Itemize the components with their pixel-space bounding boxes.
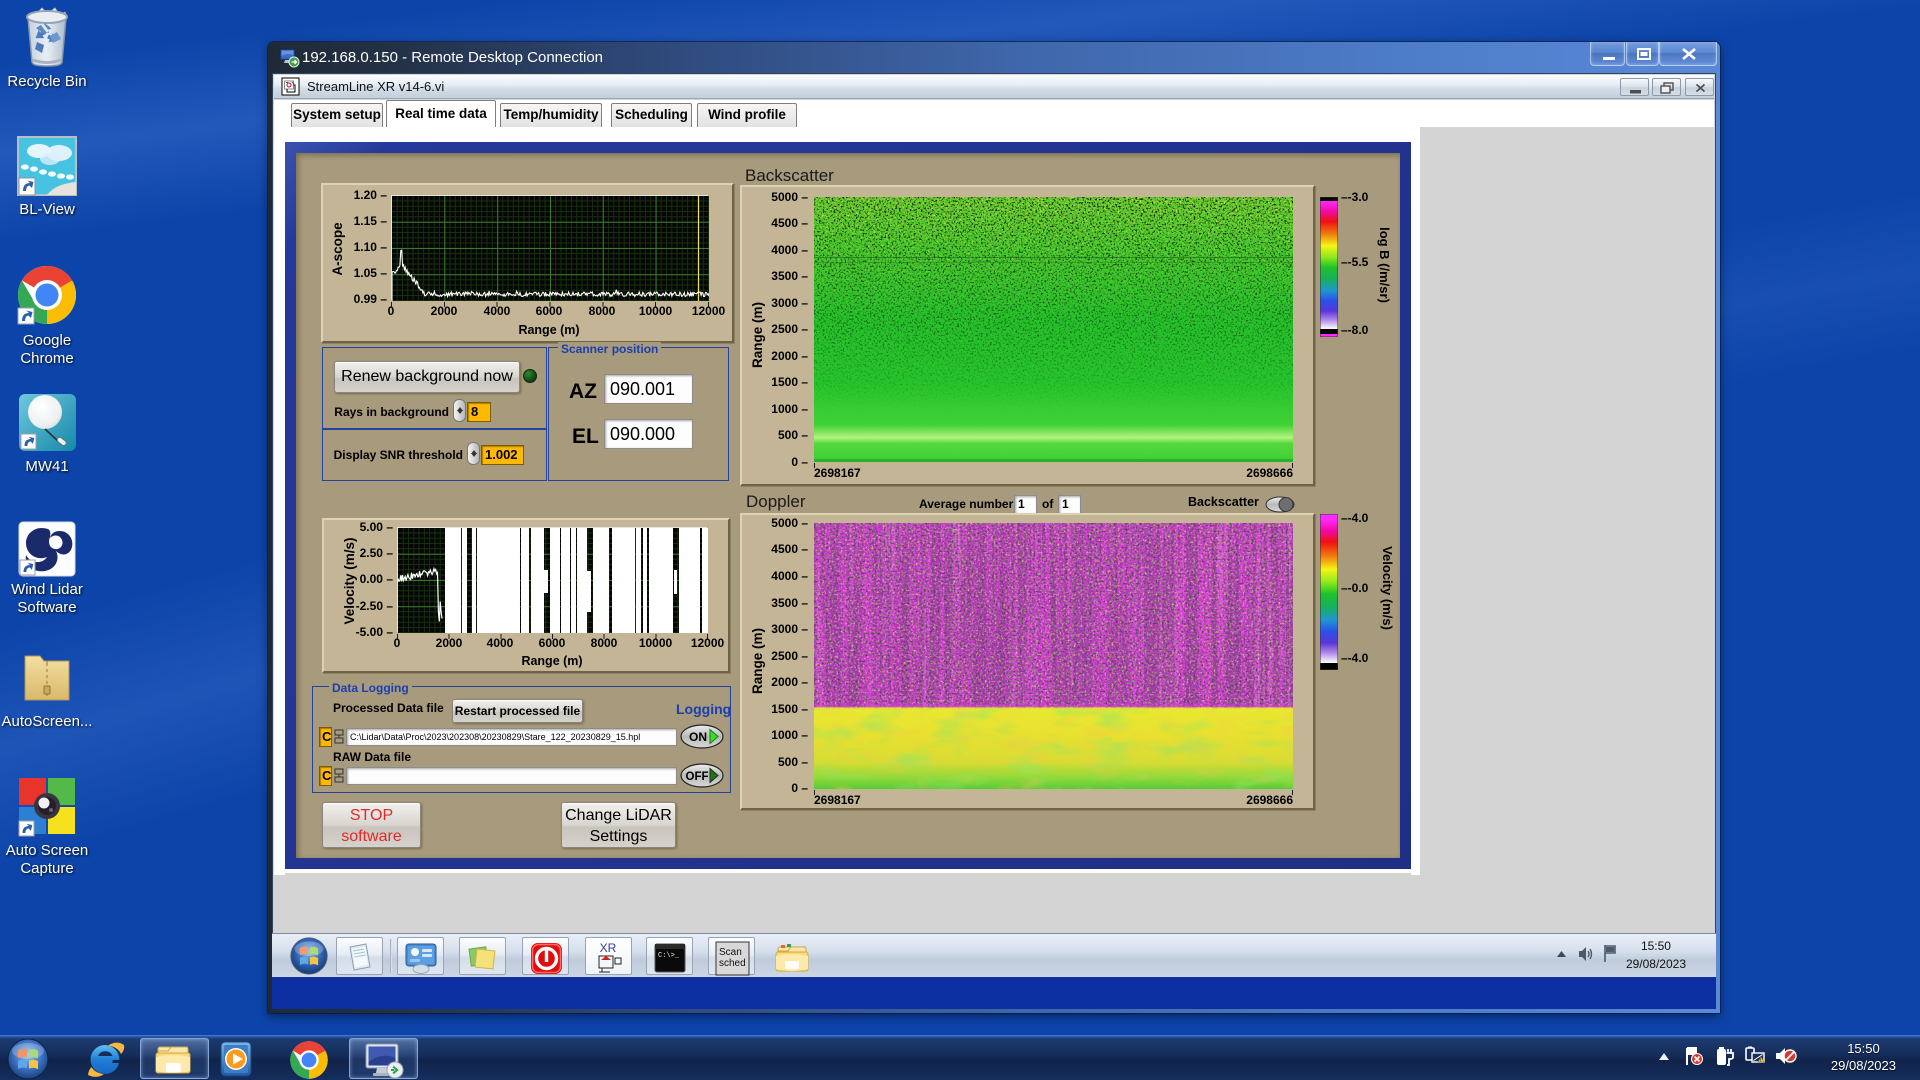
svg-text:C:\>_: C:\>_	[658, 952, 680, 960]
svg-text:ON: ON	[689, 730, 707, 744]
svg-text:XR: XR	[600, 941, 617, 955]
svg-text:OFF: OFF	[686, 771, 709, 783]
svg-text:Scan: Scan	[719, 947, 742, 958]
svg-text:sched: sched	[719, 958, 746, 969]
